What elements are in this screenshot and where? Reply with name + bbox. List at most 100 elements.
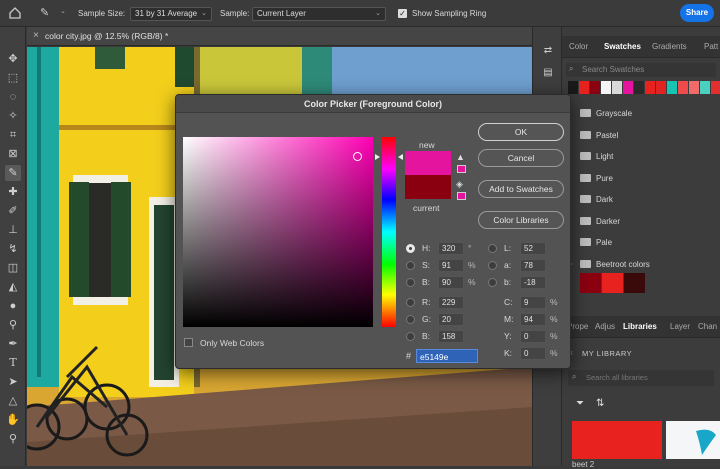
lasso-tool-icon[interactable]: ◌ bbox=[5, 89, 21, 105]
hex-input[interactable]: e5149e bbox=[416, 349, 478, 363]
brightness-radio[interactable] bbox=[406, 278, 415, 287]
out-of-gamut-warning-icon[interactable]: ▲ bbox=[456, 152, 465, 162]
web-safe-color-chip[interactable] bbox=[457, 192, 466, 200]
color-field-cursor[interactable] bbox=[353, 152, 362, 161]
saturation-input[interactable]: 91 bbox=[438, 259, 464, 272]
swatch-chip[interactable] bbox=[580, 273, 601, 293]
share-button[interactable]: Share bbox=[680, 4, 714, 22]
lab-l-input[interactable]: 52 bbox=[520, 242, 546, 255]
red-input[interactable]: 229 bbox=[438, 296, 464, 309]
swatch-chip[interactable] bbox=[612, 81, 622, 94]
swatch-chip[interactable] bbox=[623, 81, 633, 94]
swatch-chip[interactable] bbox=[678, 81, 688, 94]
close-icon[interactable]: × bbox=[33, 30, 39, 41]
swatch-chip[interactable] bbox=[601, 81, 611, 94]
tab-adjustments[interactable]: Adjus bbox=[595, 322, 615, 331]
pen-tool-icon[interactable]: ✒ bbox=[5, 336, 21, 352]
swatch-chip[interactable] bbox=[711, 81, 720, 94]
sample-select[interactable]: Current Layer ⌄ bbox=[252, 7, 386, 21]
hue-radio[interactable] bbox=[406, 244, 415, 253]
current-color-swatch[interactable] bbox=[405, 175, 451, 199]
swatch-folder[interactable]: ›Pure bbox=[568, 170, 716, 188]
swatch-chip[interactable] bbox=[667, 81, 677, 94]
swatch-folder[interactable]: ›Pale bbox=[568, 234, 716, 252]
swatch-chip[interactable] bbox=[656, 81, 666, 94]
magenta-input[interactable]: 94 bbox=[520, 313, 546, 326]
libraries-search-field[interactable]: ⌕ Search all libraries bbox=[568, 370, 714, 386]
dodge-tool-icon[interactable]: ⚲ bbox=[5, 317, 21, 333]
green-radio[interactable] bbox=[406, 315, 415, 324]
color-field[interactable] bbox=[183, 137, 373, 327]
swatch-chip[interactable] bbox=[634, 81, 644, 94]
library-item-swatch[interactable] bbox=[572, 421, 662, 459]
healing-brush-icon[interactable]: ✚ bbox=[5, 184, 21, 200]
move-tool-icon[interactable]: ✥ bbox=[5, 51, 21, 67]
swatch-folder[interactable]: ›Grayscale bbox=[568, 105, 716, 123]
eyedropper-tool-icon[interactable]: ✎ bbox=[40, 6, 54, 20]
red-radio[interactable] bbox=[406, 298, 415, 307]
hue-input[interactable]: 320 bbox=[438, 242, 464, 255]
magic-wand-icon[interactable]: ✧ bbox=[5, 108, 21, 124]
black-input[interactable]: 0 bbox=[520, 347, 546, 360]
shape-tool-icon[interactable]: △ bbox=[5, 393, 21, 409]
clone-stamp-icon[interactable]: ⊥ bbox=[5, 222, 21, 238]
tab-layers[interactable]: Layer bbox=[670, 322, 690, 331]
type-tool-icon[interactable]: T bbox=[5, 355, 21, 371]
tool-preset-chevron-icon[interactable]: ⌄ bbox=[60, 7, 66, 15]
tab-swatches[interactable]: Swatches bbox=[604, 42, 641, 51]
home-icon[interactable] bbox=[8, 6, 22, 20]
tab-color[interactable]: Color bbox=[569, 42, 588, 51]
cyan-input[interactable]: 9 bbox=[520, 296, 546, 309]
marquee-tool-icon[interactable]: ⬚ bbox=[5, 70, 21, 86]
swatch-folder[interactable]: ⌄Beetroot colors bbox=[568, 256, 716, 274]
library-item-graphic[interactable] bbox=[666, 421, 720, 459]
hue-slider[interactable] bbox=[382, 137, 396, 327]
color-libraries-button[interactable]: Color Libraries bbox=[478, 211, 564, 229]
green-input[interactable]: 20 bbox=[438, 313, 464, 326]
blue-input[interactable]: 158 bbox=[438, 330, 464, 343]
lab-b-radio[interactable] bbox=[488, 278, 497, 287]
swatch-chip[interactable] bbox=[645, 81, 655, 94]
paint-bucket-icon[interactable]: ◭ bbox=[5, 279, 21, 295]
tab-patterns[interactable]: Patt bbox=[704, 42, 718, 51]
swatch-chip[interactable] bbox=[568, 81, 578, 94]
swatch-folder[interactable]: ›Pastel bbox=[568, 127, 716, 145]
swatches-search-field[interactable]: ⌕ Search Swatches bbox=[566, 63, 716, 77]
yellow-input[interactable]: 0 bbox=[520, 330, 546, 343]
frame-tool-icon[interactable]: ⊠ bbox=[5, 146, 21, 162]
sample-size-select[interactable]: 31 by 31 Average ⌄ bbox=[130, 7, 212, 21]
document-tab[interactable]: × color city.jpg @ 12.5% (RGB/8) * bbox=[27, 27, 532, 46]
add-to-swatches-button[interactable]: Add to Swatches bbox=[478, 180, 564, 198]
history-panel-icon[interactable]: ⇄ bbox=[541, 45, 555, 59]
comments-panel-icon[interactable]: ▤ bbox=[541, 67, 555, 81]
lab-b-input[interactable]: -18 bbox=[520, 276, 546, 289]
eraser-tool-icon[interactable]: ◫ bbox=[5, 260, 21, 276]
swatch-chip[interactable] bbox=[590, 81, 600, 94]
filter-icon[interactable]: ⏷ bbox=[576, 398, 584, 409]
zoom-tool-icon[interactable]: ⚲ bbox=[5, 431, 21, 447]
blue-radio[interactable] bbox=[406, 332, 415, 341]
lab-a-input[interactable]: 78 bbox=[520, 259, 546, 272]
cancel-button[interactable]: Cancel bbox=[478, 149, 564, 167]
only-web-colors-checkbox[interactable] bbox=[184, 338, 193, 347]
swatch-folder[interactable]: ›Darker bbox=[568, 213, 716, 231]
swatch-chip[interactable] bbox=[579, 81, 589, 94]
sort-icon[interactable]: ⇅ bbox=[596, 398, 604, 409]
history-brush-icon[interactable]: ↯ bbox=[5, 241, 21, 257]
gamut-color-chip[interactable] bbox=[457, 165, 466, 173]
lab-l-radio[interactable] bbox=[488, 244, 497, 253]
swatch-chip[interactable] bbox=[602, 273, 623, 293]
lab-a-radio[interactable] bbox=[488, 261, 497, 270]
hue-slider-left-arrow[interactable] bbox=[375, 154, 380, 160]
crop-tool-icon[interactable]: ⌗ bbox=[5, 127, 21, 143]
blur-tool-icon[interactable]: ● bbox=[5, 298, 21, 314]
saturation-radio[interactable] bbox=[406, 261, 415, 270]
tab-libraries[interactable]: Libraries bbox=[623, 322, 657, 331]
swatch-chip[interactable] bbox=[624, 273, 645, 293]
path-selection-icon[interactable]: ➤ bbox=[5, 374, 21, 390]
swatch-chip[interactable] bbox=[689, 81, 699, 94]
show-sampling-ring-checkbox[interactable]: ✓ bbox=[398, 9, 407, 18]
ok-button[interactable]: OK bbox=[478, 123, 564, 141]
brush-tool-icon[interactable]: ✐ bbox=[5, 203, 21, 219]
swatch-folder[interactable]: ›Dark bbox=[568, 191, 716, 209]
